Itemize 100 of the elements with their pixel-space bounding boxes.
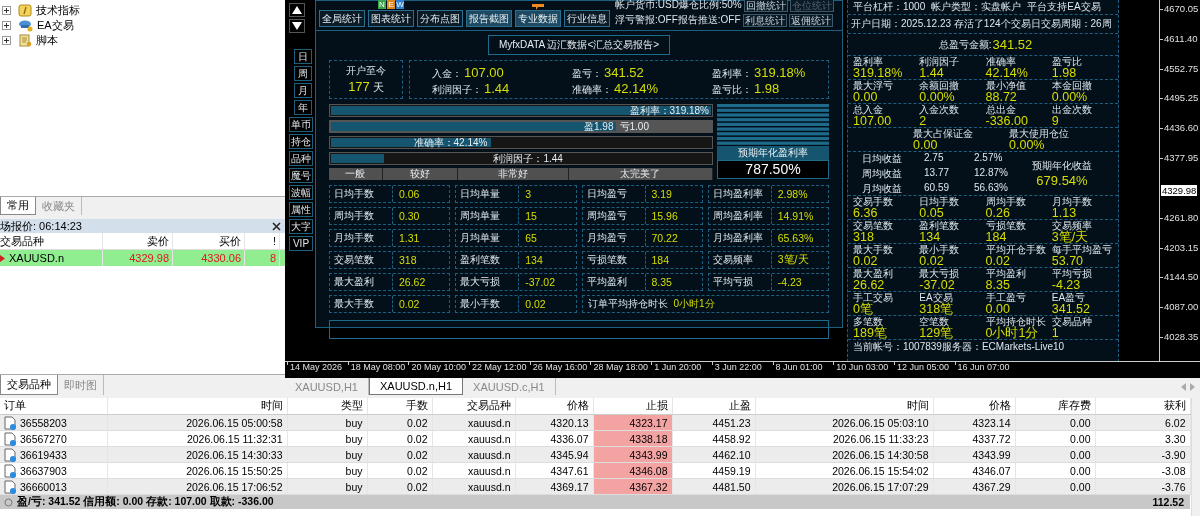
scrollbar[interactable] <box>1190 398 1200 516</box>
side-button[interactable]: 波幅 <box>289 185 313 200</box>
price-label: 4611.40 <box>1164 32 1198 44</box>
stat-label: 周均盈利率 <box>708 208 772 224</box>
stat-value: 0.00 <box>853 91 878 103</box>
column-header[interactable]: 订单 <box>0 398 107 415</box>
scale-label: 太完美了 <box>569 168 713 180</box>
side-button[interactable]: 周 <box>294 66 312 81</box>
column-header[interactable]: 库存费 <box>1015 398 1095 415</box>
account-info-text: 帐户货币:USD爆仓比例:50% <box>615 0 742 12</box>
stat-value: 3.19 <box>650 188 672 200</box>
tree-item[interactable]: 技术指标 <box>36 3 80 18</box>
time-label: 14 May 2026 <box>290 362 343 374</box>
toolbar-button[interactable]: 行业信息 <box>564 10 610 27</box>
column-header[interactable]: 买价 <box>173 233 245 249</box>
panel-tab[interactable]: 交易品种 <box>0 375 58 395</box>
stat-label: 准确率： <box>572 82 612 97</box>
table-cell: 4337.72 <box>933 430 1015 447</box>
arrow-icon <box>0 254 5 262</box>
stat-value: 0.00% <box>1051 91 1088 103</box>
side-button[interactable]: 品种 <box>289 151 313 166</box>
stats-button[interactable]: 回撤统计 <box>743 0 788 12</box>
stats-button[interactable]: 利息统计 <box>742 13 787 27</box>
annual-label: 预期年化盈利率 <box>717 146 829 160</box>
report-title: MyfxDATA 迈汇数据<汇总交易报告> <box>487 35 671 55</box>
stat-label: 盈亏比： <box>712 82 752 97</box>
price-label: 4087.00 <box>1164 301 1199 313</box>
current-price-label: 4329.98 <box>1161 185 1198 196</box>
stat-value: 0小时1分 <box>673 297 715 311</box>
stat-label: 最小手数 <box>919 244 961 255</box>
column-header[interactable]: 获利 <box>1095 398 1190 415</box>
stat-label: 最大手数 <box>330 296 393 312</box>
account-info-text: 平台杠杆：1000 <box>853 0 926 14</box>
price-label: 4261.80 <box>1164 211 1199 223</box>
column-header[interactable]: 时间 <box>107 398 287 415</box>
stat-label: 最大盈利 <box>330 274 393 290</box>
stat-value: 15 <box>524 210 537 222</box>
toolbar-button[interactable]: 全局统计 <box>319 10 365 27</box>
column-header[interactable]: 交易品种 <box>432 398 515 415</box>
toolbar-button[interactable]: 分布点图 <box>417 10 463 27</box>
bar-label: 利润因子：1.44 <box>492 153 564 164</box>
close-icon[interactable] <box>272 221 281 231</box>
side-button[interactable]: 魔号 <box>289 168 313 183</box>
tree-item[interactable]: EA交易 <box>37 18 74 33</box>
column-header[interactable]: 止盈 <box>672 398 755 415</box>
stat-label: 日均手数 <box>330 186 393 202</box>
side-button[interactable]: VIP <box>289 236 313 251</box>
stat-value: 318笔 <box>919 303 955 315</box>
toolbar-button[interactable]: 专业数据 <box>515 10 561 27</box>
stat-label: 交易手数 <box>853 196 894 207</box>
stat-label: 最小净值 <box>985 80 1027 91</box>
column-header[interactable]: 止损 <box>593 398 672 415</box>
bar-label: 盈1.98 <box>583 121 615 132</box>
column-header[interactable]: 时间 <box>755 398 933 415</box>
side-button[interactable]: 月 <box>294 83 312 98</box>
stat-label: 平均亏损 <box>708 274 772 290</box>
side-button[interactable]: 持仓 <box>289 134 313 149</box>
bar-label: 准确率：42.14% <box>412 137 489 148</box>
stat-label: 总入金 <box>853 104 884 115</box>
quote-row[interactable]: XAUUSD.n 4329.98 4330.06 8 <box>0 250 285 266</box>
price-label: 4203.15 <box>1164 241 1199 253</box>
side-button[interactable]: 属性 <box>289 202 313 217</box>
toolbar-button[interactable]: 图表统计 <box>368 10 414 27</box>
expand-icon[interactable] <box>2 36 11 45</box>
down-arrow-icon[interactable] <box>289 19 305 33</box>
column-header[interactable]: 价格 <box>515 398 593 415</box>
stat-value: 1.44 <box>919 67 944 79</box>
expand-icon[interactable] <box>2 21 11 30</box>
account-info-text: 浮亏警报:OFF报告推送:OFF <box>615 13 741 27</box>
column-header[interactable]: ! <box>245 233 280 249</box>
stats-button[interactable]: 返佣统计 <box>788 13 833 27</box>
stat-value: 0笔 <box>853 303 874 315</box>
side-button[interactable]: 日 <box>294 49 312 64</box>
stat-label: 周均收益 <box>862 166 903 181</box>
price-label: 4670.05 <box>1164 3 1199 14</box>
side-button[interactable]: 单币 <box>289 117 313 132</box>
expand-icon[interactable] <box>2 6 11 15</box>
tree-item[interactable]: 脚本 <box>36 33 58 48</box>
toolbar-button[interactable]: 报告截图 <box>466 10 512 27</box>
column-header[interactable]: 手数 <box>367 398 432 415</box>
scroll-icon <box>18 34 32 47</box>
price-label: 4028.35 <box>1164 331 1199 343</box>
side-button[interactable]: 年 <box>294 100 312 115</box>
table-cell: 4458.92 <box>672 430 755 447</box>
column-header[interactable]: 类型 <box>287 398 367 415</box>
stat-value: 0.00 <box>985 303 1011 315</box>
chart-tab[interactable]: XAUUSD.n,H1 <box>368 378 464 395</box>
price-label: 4552.75 <box>1164 62 1199 74</box>
stat-value: -37.02 <box>919 279 955 291</box>
up-arrow-icon[interactable] <box>289 3 305 17</box>
column-header[interactable]: 价格 <box>933 398 1015 415</box>
column-header[interactable]: 交易品种 <box>0 233 103 249</box>
side-button[interactable]: 大字 <box>289 219 313 234</box>
stat-label: 最大手数 <box>853 244 894 255</box>
panel-tab[interactable]: 常用 <box>0 197 36 215</box>
stat-label: 最小手数 <box>456 296 520 312</box>
stat-value: 341.52 <box>604 64 644 80</box>
stat-value: 70.22 <box>650 232 678 244</box>
new-badge-letter: W <box>396 0 404 9</box>
column-header[interactable]: 卖价 <box>103 233 173 249</box>
